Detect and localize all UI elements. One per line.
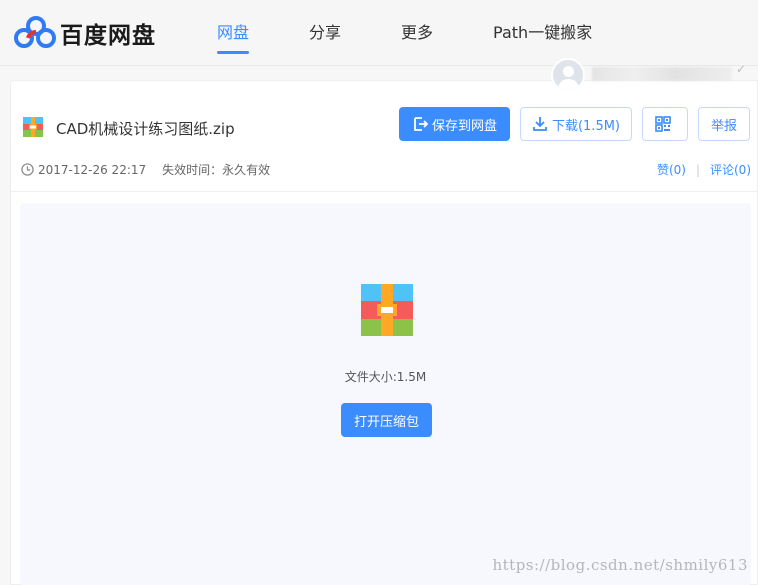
header: 百度网盘 网盘 分享 更多 Path一键搬家 [0,0,758,66]
username-blurred[interactable] [592,67,732,81]
save-to-netdisk-button[interactable]: 保存到网盘 [399,107,510,141]
nav-item-more[interactable]: 更多 [389,0,445,66]
file-size: 文件大小:1.5M [344,370,427,384]
download-button[interactable]: 下载(1.5M) [520,107,632,141]
comment-link[interactable]: 评论(0) [710,161,751,178]
share-time: 2017-12-26 22:17 [38,162,147,177]
expire-time: 失效时间：永久有效 [162,163,271,177]
like-link[interactable]: 赞(0) [657,161,686,178]
baidu-netdisk-logo[interactable]: 百度网盘 [14,16,164,50]
avatar-body [558,79,579,90]
save-icon [414,117,428,131]
avatar-head [563,66,574,77]
nav-item-share[interactable]: 分享 [297,0,353,66]
save-button-label: 保存到网盘 [431,118,497,134]
nav-item-netdisk[interactable]: 网盘 [205,0,261,66]
baidu-cloud-logo-icon [14,16,56,50]
qrcode-icon [655,116,671,132]
qrcode-button[interactable] [642,107,688,141]
download-icon [533,117,547,131]
zip-archive-icon [361,284,413,336]
nav-item-path-move[interactable]: Path一键搬家 [481,0,604,66]
open-archive-button[interactable]: 打开压缩包 [341,403,432,437]
watermark: https://blog.csdn.net/shmily613 [492,556,748,574]
file-meta: 2017-12-26 22:17 失效时间：永久有效 [21,161,270,178]
social-actions: 赞(0) | 评论(0) [657,161,751,178]
user-menu-caret-icon[interactable]: ✓ [736,62,746,76]
share-card: CAD机械设计练习图纸.zip 保存到网盘 下载(1.5M) 举报 2017-1… [10,80,758,585]
clock-icon [21,163,34,176]
zip-file-icon [23,117,43,137]
preview-panel: 文件大小:1.5M 打开压缩包 [20,203,751,585]
logo-text: 百度网盘 [60,23,156,49]
file-name: CAD机械设计练习图纸.zip [56,120,235,138]
action-separator: | [695,162,700,177]
avatar[interactable] [551,58,585,92]
top-nav: 网盘 分享 更多 Path一键搬家 [205,0,604,66]
report-button[interactable]: 举报 [698,107,750,141]
download-button-label: 下载(1.5M) [551,118,621,134]
divider [11,191,758,192]
